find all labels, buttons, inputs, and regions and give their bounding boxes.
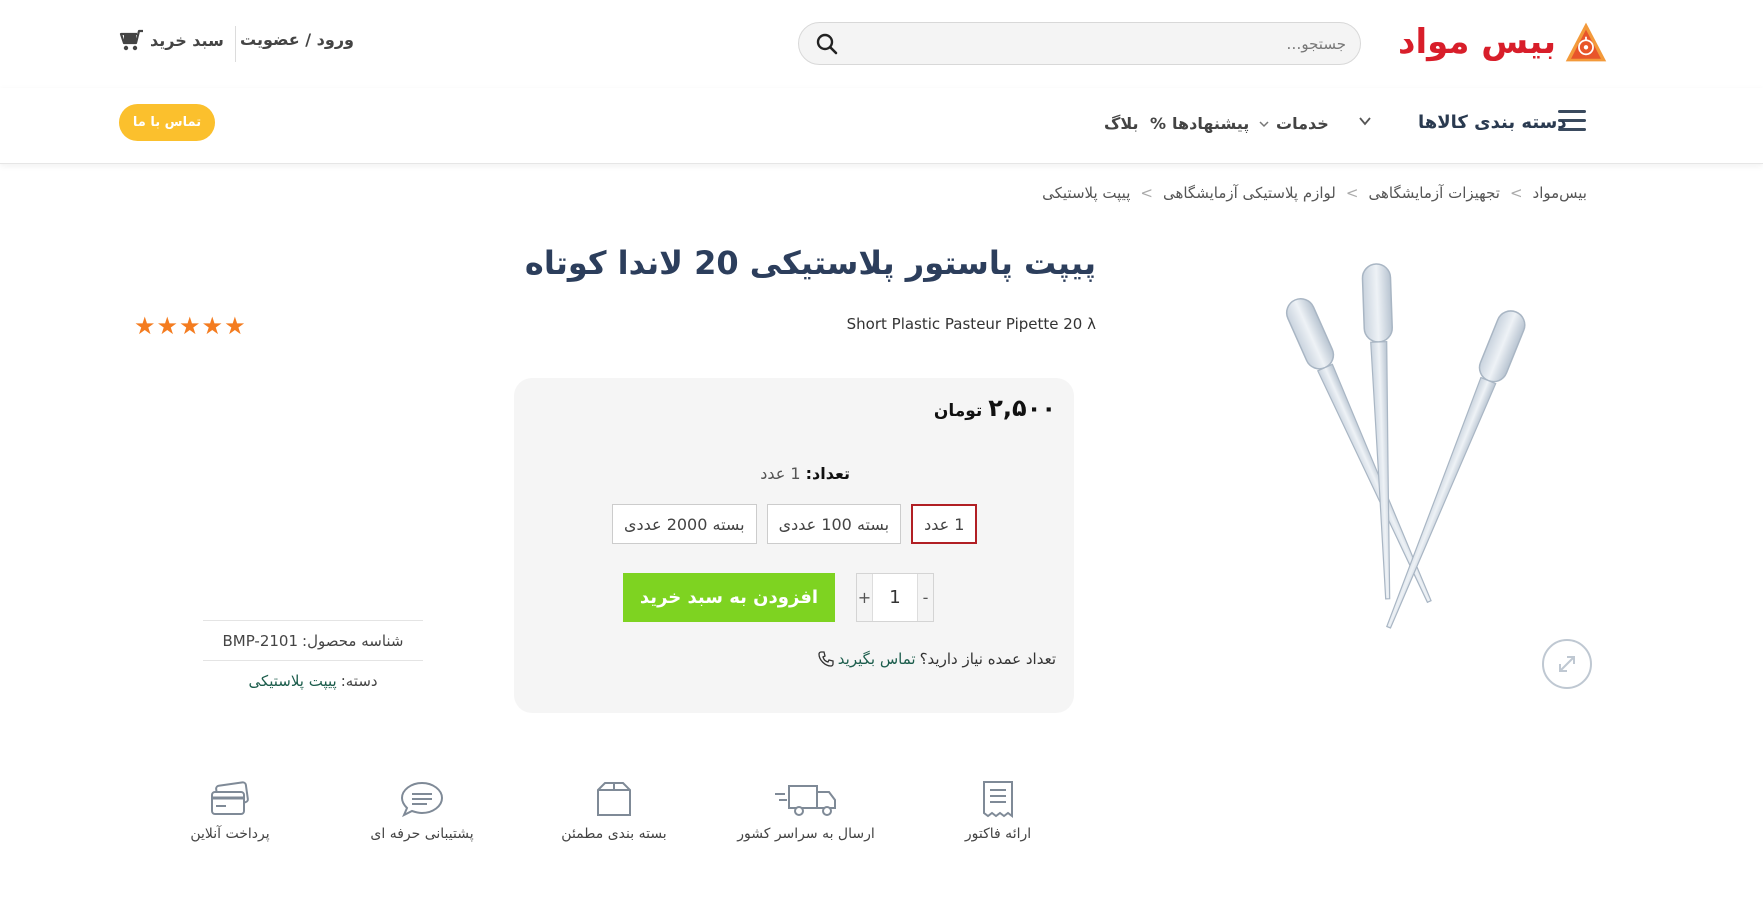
feature-label: ارائه فاکتور bbox=[964, 826, 1032, 842]
star-icon: ★ bbox=[134, 312, 156, 340]
quantity-selected-value: 1 عدد bbox=[760, 464, 801, 483]
star-icon: ★ bbox=[179, 312, 201, 340]
product-category: دسته: پیپت پلاستیکی bbox=[203, 660, 423, 700]
variant-option-100[interactable]: بسته 100 عددی bbox=[766, 504, 902, 544]
feature-label: پشتیبانی حرفه ای bbox=[370, 826, 474, 842]
search-input[interactable] bbox=[841, 34, 1346, 53]
categories-menu[interactable]: دسته بندی کالاها bbox=[1418, 112, 1567, 133]
quantity-input[interactable] bbox=[872, 574, 918, 621]
variant-option-1[interactable]: 1 عدد bbox=[911, 504, 978, 544]
star-icon: ★ bbox=[201, 312, 224, 340]
product-image[interactable] bbox=[1200, 240, 1600, 680]
header-divider bbox=[235, 26, 236, 62]
variant-option-2000[interactable]: بسته 2000 عددی bbox=[612, 504, 757, 544]
quantity-label-title: تعداد: bbox=[805, 464, 850, 483]
breadcrumb: بیس‌مواد > تجهیزات آزمایشگاهی > لوازم پل… bbox=[1042, 184, 1587, 202]
truck-icon bbox=[775, 785, 836, 816]
product-meta: شناسه محصول: BMP-2101 دسته: پیپت پلاستیک… bbox=[203, 620, 423, 700]
product-rating: ★ ★ ★ ★ ★ bbox=[134, 314, 246, 338]
cart-icon bbox=[119, 29, 143, 51]
feature-label: ارسال به سراسر کشور bbox=[737, 826, 875, 842]
cart-label: سبد خرید bbox=[150, 30, 224, 50]
product-sku: شناسه محصول: BMP-2101 bbox=[203, 620, 423, 660]
category-link[interactable]: پیپت پلاستیکی bbox=[248, 672, 336, 690]
quantity-label: تعداد: 1 عدد bbox=[760, 464, 850, 483]
breadcrumb-separator: > bbox=[1345, 184, 1359, 202]
star-icon: ★ bbox=[156, 312, 179, 340]
nav-item-offers[interactable]: پیشنهادها % bbox=[1150, 114, 1249, 133]
login-register-link[interactable]: ورود / عضویت bbox=[240, 30, 354, 49]
chevron-down-icon bbox=[1259, 120, 1269, 127]
search-icon bbox=[816, 33, 838, 54]
breadcrumb-item-current: پیپت پلاستیکی bbox=[1042, 184, 1131, 202]
breadcrumb-item-plastic-supplies[interactable]: لوازم پلاستیکی آزمایشگاهی bbox=[1163, 184, 1336, 202]
feature-shipping: ارسال به سراسر کشور bbox=[716, 780, 896, 842]
header-top: بیس مواد ورود / عضویت سبد خرید bbox=[0, 0, 1763, 88]
expand-icon bbox=[1559, 656, 1575, 672]
breadcrumb-separator: > bbox=[1140, 184, 1153, 202]
feature-support: پشتیبانی حرفه ای bbox=[332, 780, 512, 842]
invoice-icon bbox=[983, 781, 1013, 818]
search-button[interactable] bbox=[813, 30, 841, 58]
nav-item-offers-label: پیشنهادها bbox=[1172, 114, 1250, 133]
price-value: ۲,۵۰۰ bbox=[988, 394, 1056, 422]
logo-mark-icon bbox=[1565, 22, 1607, 62]
quantity-plus-button[interactable]: + bbox=[857, 574, 872, 621]
contact-us-button[interactable]: تماس با ما bbox=[119, 104, 215, 141]
nav-item-services-label: خدمات bbox=[1276, 114, 1329, 133]
purchase-box: ۲,۵۰۰ تومان تعداد: 1 عدد 1 عدد بسته 100 … bbox=[514, 378, 1074, 713]
feature-payment: پرداخت آنلاین bbox=[140, 780, 320, 842]
image-zoom-button[interactable] bbox=[1542, 639, 1592, 689]
star-icon: ★ bbox=[224, 312, 246, 340]
bulk-order-note: تعداد عمده نیاز دارید؟ تماس بگیرید bbox=[818, 650, 1056, 668]
breadcrumb-separator: > bbox=[1509, 184, 1523, 202]
cart-link[interactable]: سبد خرید bbox=[118, 28, 224, 52]
feature-invoice: ارائه فاکتور bbox=[908, 780, 1088, 842]
add-to-cart-button[interactable]: افزودن به سبد خرید bbox=[623, 573, 835, 622]
quantity-minus-button[interactable]: - bbox=[918, 574, 933, 621]
product-price: ۲,۵۰۰ تومان bbox=[934, 394, 1056, 422]
bulk-contact-link[interactable]: تماس بگیرید bbox=[838, 650, 916, 668]
price-unit: تومان bbox=[933, 401, 983, 421]
box-icon bbox=[597, 782, 631, 816]
card-icon bbox=[211, 781, 249, 815]
chevron-down-icon[interactable] bbox=[1358, 114, 1372, 128]
chat-icon bbox=[400, 781, 444, 818]
main-nav: دسته بندی کالاها خدمات پیشنهادها % بلاگ … bbox=[0, 88, 1763, 164]
search-bar bbox=[798, 22, 1361, 65]
feature-label: پرداخت آنلاین bbox=[190, 826, 270, 842]
logo-text: بیس مواد bbox=[1398, 22, 1557, 62]
phone-icon bbox=[818, 651, 834, 667]
sku-value: BMP-2101 bbox=[222, 631, 299, 650]
breadcrumb-item-home[interactable]: بیس‌مواد bbox=[1533, 184, 1587, 202]
nav-item-blog[interactable]: بلاگ bbox=[1104, 114, 1139, 133]
category-label: دسته: bbox=[340, 671, 378, 690]
variant-options: 1 عدد بسته 100 عددی بسته 2000 عددی bbox=[612, 504, 978, 544]
product-title: پیپت پاستور پلاستیکی 20 لاندا کوتاه bbox=[524, 244, 1096, 282]
nav-item-blog-label: بلاگ bbox=[1104, 114, 1139, 133]
quantity-stepper: + - bbox=[856, 573, 934, 622]
feature-label: بسته بندی مطمئن bbox=[561, 826, 667, 842]
feature-packaging: بسته بندی مطمئن bbox=[524, 780, 704, 842]
breadcrumb-item-lab-equipment[interactable]: تجهیزات آزمایشگاهی bbox=[1368, 184, 1499, 202]
bulk-question: تعداد عمده نیاز دارید؟ bbox=[919, 650, 1056, 668]
site-logo[interactable]: بیس مواد bbox=[1398, 14, 1608, 70]
sku-label: شناسه محصول: bbox=[302, 631, 404, 650]
percent-icon: % bbox=[1150, 114, 1167, 133]
product-subtitle: Short Plastic Pasteur Pipette 20 λ bbox=[846, 315, 1096, 333]
nav-item-services[interactable]: خدمات bbox=[1258, 114, 1329, 133]
